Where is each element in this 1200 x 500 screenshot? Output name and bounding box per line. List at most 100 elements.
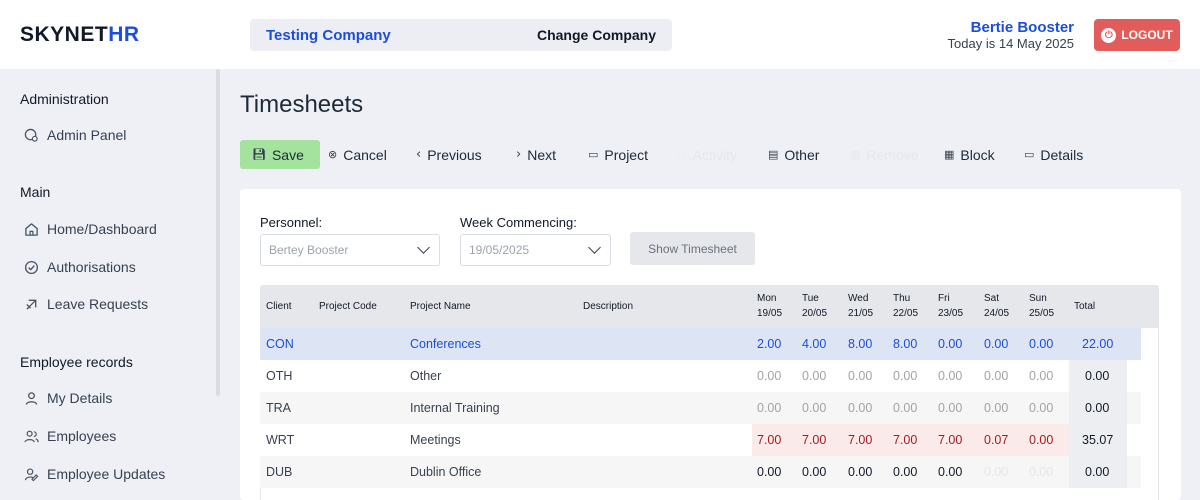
- cell-hours-wed[interactable]: 0.00: [848, 456, 872, 488]
- power-icon: ⏻: [1101, 28, 1116, 43]
- logout-label: LOGOUT: [1121, 28, 1172, 42]
- table-row[interactable]: WRT Meetings 7.00 7.00 7.00 7.00 7.00 0.…: [260, 424, 1141, 456]
- user-name[interactable]: Bertie Booster: [971, 19, 1074, 36]
- today-date: Today is 14 May 2025: [948, 36, 1074, 51]
- sidebar-scrollbar[interactable]: [216, 69, 220, 396]
- cell-project-name: Meetings: [410, 424, 461, 456]
- company-selector: Testing Company Change Company: [250, 19, 672, 51]
- section-title-administration: Administration: [20, 91, 109, 107]
- cell-hours-fri[interactable]: 7.00: [938, 424, 962, 456]
- sidebar-item-employees[interactable]: Employees: [24, 425, 116, 447]
- sidebar-item-label: My Details: [47, 390, 112, 406]
- cell-hours-fri[interactable]: 0.00: [938, 328, 962, 360]
- sidebar-item-home-dashboard[interactable]: Home/Dashboard: [24, 218, 157, 240]
- company-name: Testing Company: [266, 27, 391, 44]
- cell-hours-thu[interactable]: 0.00: [893, 392, 917, 424]
- cell-project-name: Internal Training: [410, 392, 500, 424]
- personnel-value: Bertey Booster: [269, 243, 348, 257]
- table-row[interactable]: TRA Internal Training 0.00 0.00 0.00 0.0…: [260, 392, 1141, 424]
- sidebar-item-authorisations[interactable]: Authorisations: [24, 256, 136, 278]
- home-icon: [24, 222, 39, 237]
- cell-client: WRT: [266, 424, 294, 456]
- cell-total: 22.00: [1082, 328, 1113, 360]
- cancel-icon: ⊗: [328, 148, 337, 161]
- project-button[interactable]: ▭ Project: [588, 140, 648, 169]
- section-title-main: Main: [20, 184, 50, 200]
- cell-hours-tue[interactable]: 7.00: [802, 424, 826, 456]
- activity-button[interactable]: ◌ Activity: [677, 140, 737, 169]
- cell-hours-sun[interactable]: 0.00: [1029, 360, 1053, 392]
- week-commencing-select[interactable]: 19/05/2025: [460, 234, 611, 266]
- cell-hours-tue[interactable]: 4.00: [802, 328, 826, 360]
- table-row[interactable]: DUB Dublin Office 0.00 0.00 0.00 0.00 0.…: [260, 456, 1141, 488]
- cell-hours-wed[interactable]: 7.00: [848, 424, 872, 456]
- other-button[interactable]: ▤ Other: [768, 140, 819, 169]
- cell-hours-thu[interactable]: 7.00: [893, 424, 917, 456]
- sidebar-item-label: Employee Updates: [47, 466, 165, 482]
- header-day-tue: Tue20/05: [802, 291, 827, 321]
- cell-total: 0.00: [1085, 360, 1109, 392]
- timesheet-panel: Personnel: Bertey Booster Week Commencin…: [240, 189, 1181, 500]
- header-day-sat: Sat24/05: [984, 291, 1009, 321]
- cell-hours-fri[interactable]: 0.00: [938, 392, 962, 424]
- sidebar-item-label: Admin Panel: [47, 127, 126, 143]
- table-row[interactable]: OTH Other 0.00 0.00 0.00 0.00 0.00 0.00 …: [260, 360, 1141, 392]
- check-circle-icon: [24, 260, 39, 275]
- block-icon: ▦: [944, 148, 954, 161]
- chevron-left-icon: ‹: [416, 147, 421, 162]
- cell-hours-mon[interactable]: 0.00: [757, 392, 781, 424]
- sidebar-item-admin-panel[interactable]: Admin Panel: [24, 124, 126, 146]
- cell-hours-sat[interactable]: 0.00: [984, 328, 1008, 360]
- cell-hours-sun[interactable]: 0.00: [1029, 424, 1053, 456]
- cell-hours-mon[interactable]: 0.00: [757, 456, 781, 488]
- next-button[interactable]: › Next: [516, 140, 556, 169]
- sidebar-item-leave-requests[interactable]: Leave Requests: [24, 293, 148, 315]
- logo[interactable]: SKYNETHR: [20, 23, 140, 47]
- personnel-select[interactable]: Bertey Booster: [260, 234, 440, 266]
- cell-hours-tue[interactable]: 0.00: [802, 456, 826, 488]
- header-day-wed: Wed21/05: [848, 291, 873, 321]
- cell-hours-sat[interactable]: 0.00: [984, 456, 1008, 488]
- previous-button[interactable]: ‹ Previous: [416, 140, 482, 169]
- cell-hours-sun[interactable]: 0.00: [1029, 392, 1053, 424]
- sidebar-item-label: Authorisations: [47, 259, 136, 275]
- cell-hours-tue[interactable]: 0.00: [802, 392, 826, 424]
- cell-hours-sat[interactable]: 0.00: [984, 392, 1008, 424]
- cell-hours-tue[interactable]: 0.00: [802, 360, 826, 392]
- sidebar-item-label: Leave Requests: [47, 296, 148, 312]
- cancel-button[interactable]: ⊗ Cancel: [328, 140, 387, 169]
- cell-hours-sat[interactable]: 0.00: [984, 360, 1008, 392]
- cell-hours-sun[interactable]: 0.00: [1029, 328, 1053, 360]
- header-day-mon: Mon19/05: [757, 291, 782, 321]
- cell-hours-wed[interactable]: 8.00: [848, 328, 872, 360]
- cell-hours-mon[interactable]: 2.00: [757, 328, 781, 360]
- cell-hours-thu[interactable]: 8.00: [893, 328, 917, 360]
- table-row[interactable]: CON Conferences 2.00 4.00 8.00 8.00 0.00…: [260, 328, 1141, 360]
- sidebar-item-employee-updates[interactable]: Employee Updates: [24, 463, 165, 485]
- cell-hours-thu[interactable]: 0.00: [893, 360, 917, 392]
- cell-hours-sat[interactable]: 0.07: [984, 424, 1008, 456]
- cell-hours-fri[interactable]: 0.00: [938, 360, 962, 392]
- cell-hours-fri[interactable]: 0.00: [938, 456, 962, 488]
- sidebar-item-my-details[interactable]: My Details: [24, 387, 112, 409]
- cell-hours-thu[interactable]: 0.00: [893, 456, 917, 488]
- cell-project-name: Conferences: [410, 328, 481, 360]
- cell-hours-wed[interactable]: 0.00: [848, 360, 872, 392]
- details-button[interactable]: ▭ Details: [1024, 140, 1083, 169]
- header-total: Total: [1074, 299, 1095, 314]
- cell-client: CON: [266, 328, 294, 360]
- cell-hours-sun[interactable]: 0.00: [1029, 456, 1053, 488]
- page-title: Timesheets: [240, 91, 363, 119]
- logout-button[interactable]: ⏻ LOGOUT: [1094, 19, 1180, 51]
- personnel-label: Personnel:: [260, 215, 322, 230]
- change-company-link[interactable]: Change Company: [537, 27, 656, 43]
- list-icon: ▤: [768, 148, 778, 161]
- block-button[interactable]: ▦ Block: [944, 140, 995, 169]
- remove-button[interactable]: ▥ Remove: [850, 140, 919, 169]
- cell-project-name: Other: [410, 360, 441, 392]
- show-timesheet-button[interactable]: Show Timesheet: [630, 232, 755, 265]
- cell-hours-mon[interactable]: 7.00: [757, 424, 781, 456]
- cell-hours-wed[interactable]: 0.00: [848, 392, 872, 424]
- save-button[interactable]: 💾︎ Save: [240, 140, 320, 169]
- cell-hours-mon[interactable]: 0.00: [757, 360, 781, 392]
